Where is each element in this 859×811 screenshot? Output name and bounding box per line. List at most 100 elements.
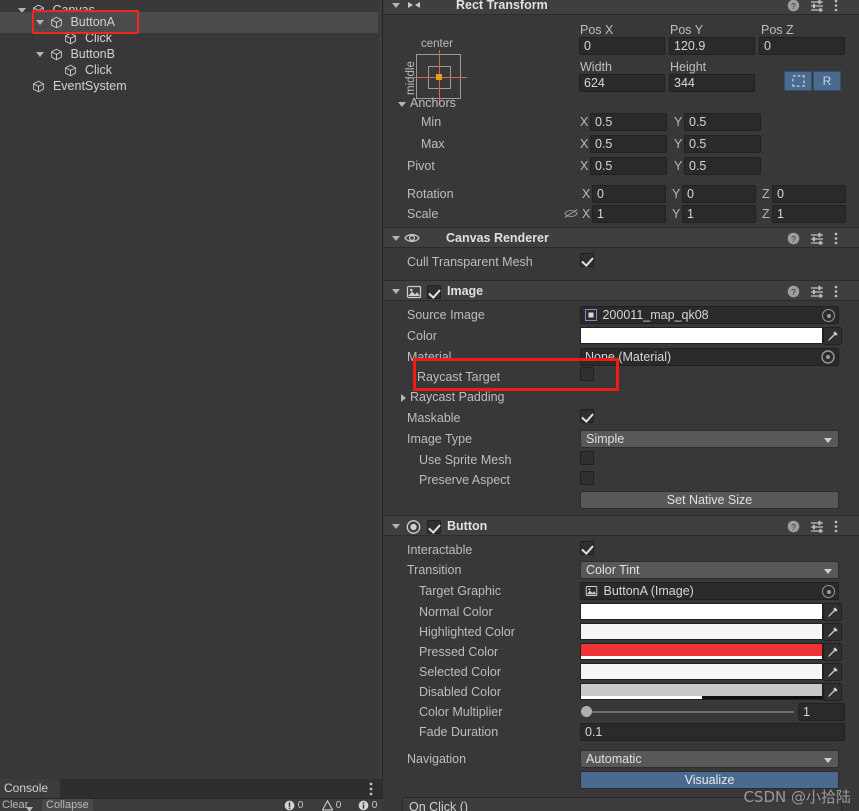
blueprint-mode-button[interactable] <box>784 71 812 91</box>
preset-settings-icon[interactable] <box>810 0 824 15</box>
component-header-actions[interactable]: ? <box>787 516 851 537</box>
normal-color-eyedropper-icon[interactable] <box>823 603 842 621</box>
disabled-color-eyedropper-icon[interactable] <box>823 683 842 701</box>
tab-console[interactable]: Console <box>0 779 60 798</box>
anchor-preset-widget[interactable]: center middle <box>399 38 484 105</box>
pos-x-input[interactable]: 0 <box>579 37 665 55</box>
pressed-color-swatch[interactable] <box>580 643 823 660</box>
selected-color-eyedropper-icon[interactable] <box>823 663 842 681</box>
maskable-checkbox[interactable] <box>580 409 594 423</box>
transition-dropdown[interactable]: Color Tint <box>580 561 839 579</box>
normal-color-label: Normal Color <box>419 605 493 619</box>
help-icon[interactable]: ? <box>787 0 800 15</box>
object-picker-icon[interactable] <box>822 585 835 598</box>
pos-y-input[interactable]: 120.9 <box>669 37 755 55</box>
anchors-foldout-arrow[interactable] <box>398 96 408 112</box>
highlighted-color-eyedropper-icon[interactable] <box>823 623 842 641</box>
normal-color-swatch[interactable] <box>580 603 823 620</box>
material-field[interactable]: None (Material) <box>580 348 839 366</box>
set-native-size-button[interactable]: Set Native Size <box>580 491 839 509</box>
scale-z-input[interactable]: 1 <box>772 205 846 223</box>
expand-arrow-icon[interactable] <box>392 236 400 241</box>
image-color-swatch[interactable] <box>580 327 823 344</box>
pivot-x-input[interactable]: 0.5 <box>590 157 667 175</box>
component-header-rect-transform[interactable]: Rect Transform ? <box>384 0 859 15</box>
width-input[interactable]: 624 <box>579 74 665 92</box>
kebab-menu-icon[interactable] <box>834 232 838 248</box>
chevron-down-icon[interactable] <box>26 803 33 811</box>
console-warning-badge[interactable]: 0 <box>321 799 342 811</box>
preserve-aspect-checkbox[interactable] <box>580 471 594 485</box>
fade-duration-input[interactable]: 0.1 <box>580 723 845 741</box>
color-eyedropper-icon[interactable] <box>823 327 842 345</box>
rotation-x-input[interactable]: 0 <box>592 185 666 203</box>
anchor-preset-box[interactable] <box>412 50 467 105</box>
color-multiplier-input[interactable]: 1 <box>798 703 845 721</box>
source-image-field[interactable]: 200011_map_qk08 <box>580 306 839 324</box>
help-icon[interactable]: ? <box>787 232 800 248</box>
pressed-color-eyedropper-icon[interactable] <box>823 643 842 661</box>
material-object-picker-icon[interactable] <box>821 350 835 364</box>
pivot-y-input[interactable]: 0.5 <box>684 157 761 175</box>
rotation-y-input[interactable]: 0 <box>682 185 756 203</box>
component-header-actions[interactable]: ? <box>787 228 851 249</box>
object-picker-icon[interactable] <box>822 309 835 322</box>
use-sprite-mesh-checkbox[interactable] <box>580 451 594 465</box>
kebab-menu-icon[interactable] <box>834 0 838 15</box>
console-kebab-menu-icon[interactable] <box>369 782 373 799</box>
kebab-menu-icon[interactable] <box>834 285 838 301</box>
expand-arrow-icon[interactable] <box>392 3 400 8</box>
button-enabled-checkbox[interactable] <box>427 520 441 537</box>
color-multiplier-slider-knob[interactable] <box>581 706 592 717</box>
component-title: Button <box>447 519 488 533</box>
console-toolbar[interactable]: Clear Collapse 0 0 0 <box>0 798 383 811</box>
hierarchy-panel[interactable]: Canvas ButtonA Click ButtonB Click Event… <box>0 0 383 779</box>
scale-x-input[interactable]: 1 <box>592 205 666 223</box>
scale-y-input[interactable]: 1 <box>682 205 756 223</box>
image-type-dropdown[interactable]: Simple <box>580 430 839 448</box>
raycast-padding-foldout-arrow[interactable] <box>399 390 409 406</box>
anchor-min-y-input[interactable]: 0.5 <box>684 113 761 131</box>
anchor-min-x-input[interactable]: 0.5 <box>590 113 667 131</box>
constrain-proportions-off-icon[interactable] <box>564 208 578 222</box>
preset-settings-icon[interactable] <box>810 232 824 248</box>
component-header-image[interactable]: Image ? <box>384 280 859 301</box>
expand-arrow-icon[interactable] <box>392 289 400 294</box>
image-enabled-checkbox[interactable] <box>427 285 441 302</box>
expand-arrow-icon[interactable] <box>392 524 400 529</box>
raycast-target-checkbox[interactable] <box>580 367 594 381</box>
target-graphic-field[interactable]: ButtonA (Image) <box>580 582 839 600</box>
anchor-max-x-input[interactable]: 0.5 <box>590 135 667 153</box>
console-panel[interactable]: Console Clear Collapse 0 0 0 <box>0 779 383 811</box>
use-sprite-mesh-label: Use Sprite Mesh <box>419 453 512 467</box>
hierarchy-scrollbar[interactable] <box>378 0 382 779</box>
component-header-actions[interactable]: ? <box>787 281 851 302</box>
warning-count: 0 <box>335 800 342 811</box>
interactable-checkbox[interactable] <box>580 541 594 555</box>
help-icon[interactable]: ? <box>787 285 800 301</box>
collapse-toggle[interactable]: Collapse <box>42 799 93 811</box>
selected-color-swatch[interactable] <box>580 663 823 680</box>
raw-edit-mode-button[interactable]: R <box>813 71 841 91</box>
kebab-menu-icon[interactable] <box>834 520 838 536</box>
console-info-badge[interactable]: 0 <box>358 799 377 811</box>
highlighted-color-swatch[interactable] <box>580 623 823 640</box>
cull-transparent-mesh-checkbox[interactable] <box>580 253 594 267</box>
preset-settings-icon[interactable] <box>810 520 824 536</box>
hierarchy-item-eventsystem[interactable]: EventSystem <box>0 76 382 97</box>
preset-settings-icon[interactable] <box>810 285 824 301</box>
height-input[interactable]: 344 <box>669 74 755 92</box>
component-header-button[interactable]: Button ? <box>384 515 859 536</box>
inspector-panel[interactable]: Rect Transform ? center middle Pos X Pos… <box>384 0 859 811</box>
console-error-badge[interactable]: 0 <box>284 799 303 811</box>
clear-button[interactable]: Clear <box>2 799 28 811</box>
anchor-max-y-input[interactable]: 0.5 <box>684 135 761 153</box>
disabled-color-swatch[interactable] <box>580 683 823 700</box>
component-header-canvas-renderer[interactable]: Canvas Renderer ? <box>384 227 859 248</box>
pos-z-input[interactable]: 0 <box>759 37 845 55</box>
navigation-dropdown[interactable]: Automatic <box>580 750 839 768</box>
rotation-z-input[interactable]: 0 <box>772 185 846 203</box>
help-icon[interactable]: ? <box>787 520 800 536</box>
color-multiplier-slider-track[interactable] <box>582 711 794 713</box>
component-header-actions[interactable]: ? <box>787 0 851 16</box>
